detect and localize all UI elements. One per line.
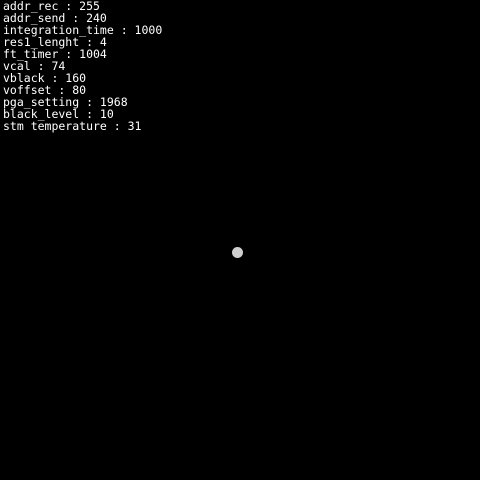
param-stm-temperature: stm temperature : 31: [3, 119, 142, 133]
parameter-list: addr_rec : 255 addr_send : 240 integrati…: [3, 0, 162, 132]
cursor-dot-icon: [232, 247, 243, 258]
display-screen: addr_rec : 255 addr_send : 240 integrati…: [0, 0, 480, 480]
